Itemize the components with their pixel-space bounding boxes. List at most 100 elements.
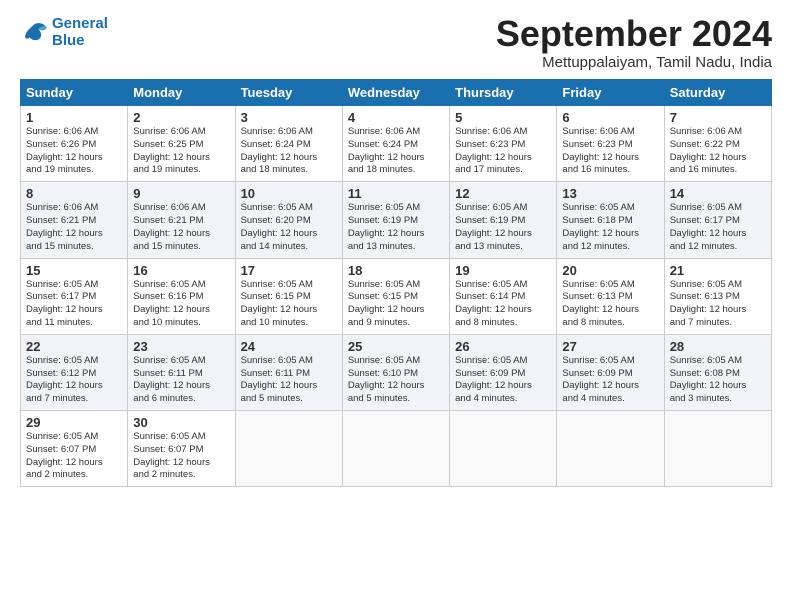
title-block: September 2024 Mettuppalaiyam, Tamil Nad… bbox=[496, 16, 772, 71]
day-info: Sunrise: 6:05 AM Sunset: 6:17 PM Dayligh… bbox=[670, 202, 766, 253]
day-number: 3 bbox=[241, 110, 337, 125]
calendar-cell: 23Sunrise: 6:05 AM Sunset: 6:11 PM Dayli… bbox=[128, 334, 235, 410]
day-info: Sunrise: 6:05 AM Sunset: 6:15 PM Dayligh… bbox=[241, 279, 337, 330]
col-wednesday: Wednesday bbox=[342, 80, 449, 106]
calendar-cell: 5Sunrise: 6:06 AM Sunset: 6:23 PM Daylig… bbox=[450, 106, 557, 182]
calendar-cell: 6Sunrise: 6:06 AM Sunset: 6:23 PM Daylig… bbox=[557, 106, 664, 182]
day-info: Sunrise: 6:05 AM Sunset: 6:10 PM Dayligh… bbox=[348, 355, 444, 406]
day-info: Sunrise: 6:06 AM Sunset: 6:23 PM Dayligh… bbox=[562, 126, 658, 177]
day-info: Sunrise: 6:06 AM Sunset: 6:22 PM Dayligh… bbox=[670, 126, 766, 177]
day-info: Sunrise: 6:05 AM Sunset: 6:16 PM Dayligh… bbox=[133, 279, 229, 330]
calendar-cell: 1Sunrise: 6:06 AM Sunset: 6:26 PM Daylig… bbox=[21, 106, 128, 182]
calendar-cell bbox=[235, 411, 342, 487]
day-number: 28 bbox=[670, 339, 766, 354]
day-number: 8 bbox=[26, 186, 122, 201]
day-info: Sunrise: 6:05 AM Sunset: 6:14 PM Dayligh… bbox=[455, 279, 551, 330]
day-info: Sunrise: 6:05 AM Sunset: 6:15 PM Dayligh… bbox=[348, 279, 444, 330]
calendar-header-row: Sunday Monday Tuesday Wednesday Thursday… bbox=[21, 80, 772, 106]
day-number: 24 bbox=[241, 339, 337, 354]
day-number: 12 bbox=[455, 186, 551, 201]
calendar-cell: 21Sunrise: 6:05 AM Sunset: 6:13 PM Dayli… bbox=[664, 258, 771, 334]
calendar-cell: 12Sunrise: 6:05 AM Sunset: 6:19 PM Dayli… bbox=[450, 182, 557, 258]
calendar-week-row: 1Sunrise: 6:06 AM Sunset: 6:26 PM Daylig… bbox=[21, 106, 772, 182]
day-number: 16 bbox=[133, 263, 229, 278]
day-info: Sunrise: 6:05 AM Sunset: 6:20 PM Dayligh… bbox=[241, 202, 337, 253]
calendar-cell bbox=[664, 411, 771, 487]
day-number: 27 bbox=[562, 339, 658, 354]
day-number: 7 bbox=[670, 110, 766, 125]
day-info: Sunrise: 6:06 AM Sunset: 6:21 PM Dayligh… bbox=[133, 202, 229, 253]
calendar-table: Sunday Monday Tuesday Wednesday Thursday… bbox=[20, 79, 772, 487]
day-info: Sunrise: 6:05 AM Sunset: 6:07 PM Dayligh… bbox=[133, 431, 229, 482]
logo-text: General Blue bbox=[52, 16, 108, 49]
col-tuesday: Tuesday bbox=[235, 80, 342, 106]
calendar-cell: 10Sunrise: 6:05 AM Sunset: 6:20 PM Dayli… bbox=[235, 182, 342, 258]
day-number: 14 bbox=[670, 186, 766, 201]
calendar-cell: 22Sunrise: 6:05 AM Sunset: 6:12 PM Dayli… bbox=[21, 334, 128, 410]
calendar-week-row: 8Sunrise: 6:06 AM Sunset: 6:21 PM Daylig… bbox=[21, 182, 772, 258]
calendar-cell: 7Sunrise: 6:06 AM Sunset: 6:22 PM Daylig… bbox=[664, 106, 771, 182]
calendar-week-row: 22Sunrise: 6:05 AM Sunset: 6:12 PM Dayli… bbox=[21, 334, 772, 410]
calendar-cell: 27Sunrise: 6:05 AM Sunset: 6:09 PM Dayli… bbox=[557, 334, 664, 410]
month-title: September 2024 bbox=[496, 16, 772, 52]
calendar-cell: 30Sunrise: 6:05 AM Sunset: 6:07 PM Dayli… bbox=[128, 411, 235, 487]
day-info: Sunrise: 6:05 AM Sunset: 6:09 PM Dayligh… bbox=[455, 355, 551, 406]
calendar-cell: 19Sunrise: 6:05 AM Sunset: 6:14 PM Dayli… bbox=[450, 258, 557, 334]
calendar-cell: 11Sunrise: 6:05 AM Sunset: 6:19 PM Dayli… bbox=[342, 182, 449, 258]
day-info: Sunrise: 6:05 AM Sunset: 6:17 PM Dayligh… bbox=[26, 279, 122, 330]
day-number: 10 bbox=[241, 186, 337, 201]
calendar-cell: 26Sunrise: 6:05 AM Sunset: 6:09 PM Dayli… bbox=[450, 334, 557, 410]
calendar-cell: 2Sunrise: 6:06 AM Sunset: 6:25 PM Daylig… bbox=[128, 106, 235, 182]
calendar-cell: 18Sunrise: 6:05 AM Sunset: 6:15 PM Dayli… bbox=[342, 258, 449, 334]
day-number: 30 bbox=[133, 415, 229, 430]
location-subtitle: Mettuppalaiyam, Tamil Nadu, India bbox=[496, 54, 772, 71]
calendar-cell bbox=[557, 411, 664, 487]
day-info: Sunrise: 6:05 AM Sunset: 6:13 PM Dayligh… bbox=[562, 279, 658, 330]
day-number: 15 bbox=[26, 263, 122, 278]
col-thursday: Thursday bbox=[450, 80, 557, 106]
calendar-cell: 25Sunrise: 6:05 AM Sunset: 6:10 PM Dayli… bbox=[342, 334, 449, 410]
calendar-week-row: 29Sunrise: 6:05 AM Sunset: 6:07 PM Dayli… bbox=[21, 411, 772, 487]
day-info: Sunrise: 6:05 AM Sunset: 6:13 PM Dayligh… bbox=[670, 279, 766, 330]
day-info: Sunrise: 6:06 AM Sunset: 6:23 PM Dayligh… bbox=[455, 126, 551, 177]
col-friday: Friday bbox=[557, 80, 664, 106]
calendar-cell: 9Sunrise: 6:06 AM Sunset: 6:21 PM Daylig… bbox=[128, 182, 235, 258]
day-number: 23 bbox=[133, 339, 229, 354]
day-number: 18 bbox=[348, 263, 444, 278]
day-number: 17 bbox=[241, 263, 337, 278]
day-info: Sunrise: 6:05 AM Sunset: 6:18 PM Dayligh… bbox=[562, 202, 658, 253]
day-info: Sunrise: 6:05 AM Sunset: 6:11 PM Dayligh… bbox=[133, 355, 229, 406]
day-number: 1 bbox=[26, 110, 122, 125]
calendar-cell: 4Sunrise: 6:06 AM Sunset: 6:24 PM Daylig… bbox=[342, 106, 449, 182]
calendar-cell bbox=[450, 411, 557, 487]
logo-icon bbox=[20, 19, 48, 47]
day-info: Sunrise: 6:06 AM Sunset: 6:25 PM Dayligh… bbox=[133, 126, 229, 177]
day-number: 6 bbox=[562, 110, 658, 125]
day-number: 29 bbox=[26, 415, 122, 430]
day-number: 21 bbox=[670, 263, 766, 278]
day-info: Sunrise: 6:05 AM Sunset: 6:08 PM Dayligh… bbox=[670, 355, 766, 406]
day-info: Sunrise: 6:05 AM Sunset: 6:07 PM Dayligh… bbox=[26, 431, 122, 482]
day-number: 2 bbox=[133, 110, 229, 125]
day-number: 5 bbox=[455, 110, 551, 125]
col-monday: Monday bbox=[128, 80, 235, 106]
calendar-week-row: 15Sunrise: 6:05 AM Sunset: 6:17 PM Dayli… bbox=[21, 258, 772, 334]
day-info: Sunrise: 6:05 AM Sunset: 6:19 PM Dayligh… bbox=[455, 202, 551, 253]
day-number: 9 bbox=[133, 186, 229, 201]
calendar-cell bbox=[342, 411, 449, 487]
day-info: Sunrise: 6:05 AM Sunset: 6:12 PM Dayligh… bbox=[26, 355, 122, 406]
calendar-cell: 29Sunrise: 6:05 AM Sunset: 6:07 PM Dayli… bbox=[21, 411, 128, 487]
day-number: 13 bbox=[562, 186, 658, 201]
col-sunday: Sunday bbox=[21, 80, 128, 106]
calendar-cell: 24Sunrise: 6:05 AM Sunset: 6:11 PM Dayli… bbox=[235, 334, 342, 410]
day-number: 19 bbox=[455, 263, 551, 278]
day-info: Sunrise: 6:06 AM Sunset: 6:24 PM Dayligh… bbox=[348, 126, 444, 177]
day-number: 20 bbox=[562, 263, 658, 278]
day-info: Sunrise: 6:06 AM Sunset: 6:21 PM Dayligh… bbox=[26, 202, 122, 253]
day-info: Sunrise: 6:05 AM Sunset: 6:19 PM Dayligh… bbox=[348, 202, 444, 253]
logo: General Blue bbox=[20, 16, 108, 49]
calendar-cell: 28Sunrise: 6:05 AM Sunset: 6:08 PM Dayli… bbox=[664, 334, 771, 410]
calendar-cell: 3Sunrise: 6:06 AM Sunset: 6:24 PM Daylig… bbox=[235, 106, 342, 182]
day-number: 25 bbox=[348, 339, 444, 354]
day-info: Sunrise: 6:05 AM Sunset: 6:09 PM Dayligh… bbox=[562, 355, 658, 406]
